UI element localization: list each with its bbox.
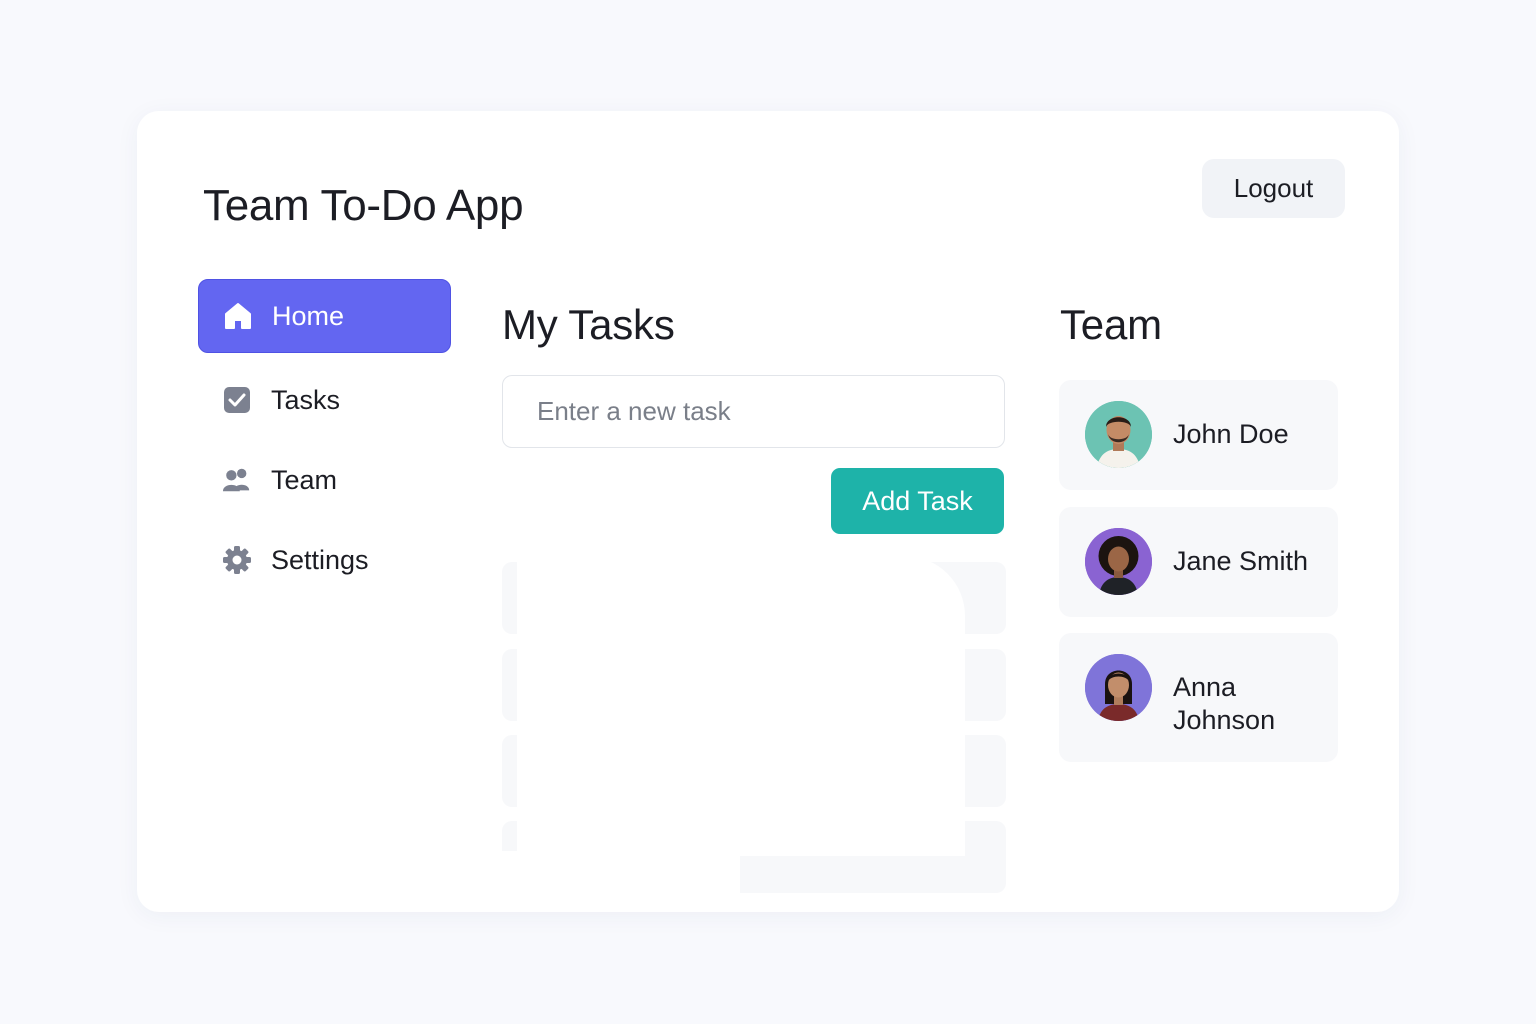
gear-icon [222, 545, 252, 575]
app-title: Team To-Do App [203, 181, 524, 230]
home-icon [223, 301, 253, 331]
app-card: Team To-Do App Logout Home Tasks Team Se… [137, 111, 1399, 912]
sidebar-item-label: Home [272, 300, 345, 331]
avatar [1085, 528, 1152, 595]
avatar [1085, 654, 1152, 721]
team-member-card[interactable]: Jane Smith [1059, 507, 1338, 617]
tasks-title: My Tasks [502, 301, 675, 348]
sidebar-item-tasks[interactable]: Tasks [198, 363, 451, 437]
blank-overlay [517, 556, 965, 856]
sidebar-item-label: Team [271, 464, 338, 495]
logout-button[interactable]: Logout [1202, 159, 1345, 218]
member-name-last: Johnson [1173, 705, 1276, 735]
sidebar-item-label: Settings [271, 544, 369, 575]
sidebar-item-home[interactable]: Home [198, 279, 451, 353]
blank-overlay [500, 851, 740, 901]
member-name: John Doe [1173, 419, 1289, 449]
avatar [1085, 401, 1152, 468]
new-task-input[interactable] [502, 375, 1005, 448]
sidebar-item-team[interactable]: Team [198, 443, 451, 517]
people-icon [222, 465, 252, 495]
team-member-card[interactable]: John Doe [1059, 380, 1338, 490]
sidebar-item-settings[interactable]: Settings [198, 523, 451, 597]
sidebar-item-label: Tasks [271, 384, 341, 415]
team-title: Team [1060, 301, 1162, 348]
member-name: Jane Smith [1173, 546, 1309, 576]
team-member-card[interactable]: Anna Johnson [1059, 633, 1338, 762]
checkbox-icon [222, 385, 252, 415]
add-task-button[interactable]: Add Task [831, 468, 1004, 534]
member-name-first: Anna [1173, 672, 1237, 702]
